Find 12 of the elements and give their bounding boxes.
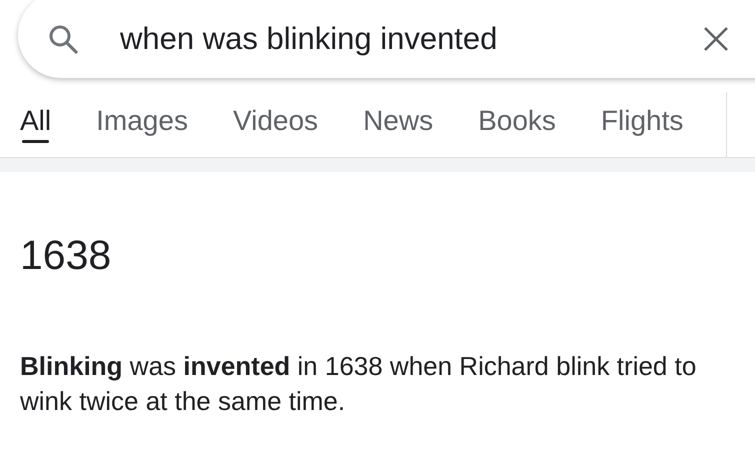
search-icon xyxy=(48,24,78,54)
tab[interactable]: Images xyxy=(96,80,188,157)
tab[interactable]: Flights xyxy=(600,80,684,157)
search-query: when was blinking invented xyxy=(120,21,498,57)
tab[interactable]: Videos xyxy=(232,80,318,157)
tab[interactable]: All xyxy=(20,80,52,157)
search-field[interactable]: when was blinking invented xyxy=(18,0,755,78)
tab[interactable]: Books xyxy=(478,80,556,157)
close-icon[interactable] xyxy=(703,26,729,52)
answer-description: Blinking was invented in 1638 when Richard blink tried to wink twice at the same time. xyxy=(20,350,698,418)
answer-title: 1638 xyxy=(20,232,112,279)
tab[interactable]: News xyxy=(363,80,434,157)
